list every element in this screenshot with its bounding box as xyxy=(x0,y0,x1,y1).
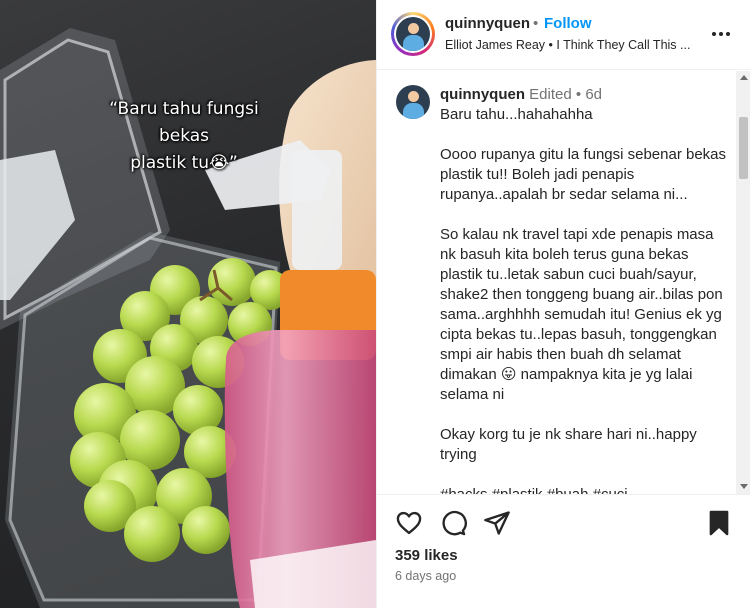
media-illustration xyxy=(0,28,376,608)
scroll-thumb[interactable] xyxy=(739,117,748,179)
caption-header: quinnyquen Edited • 6d xyxy=(440,86,602,103)
username-link[interactable]: quinnyquen xyxy=(445,15,530,32)
post-timestamp[interactable]: 6 days ago xyxy=(395,569,456,583)
overlay-line-1: “Baru tahu fungsi bekas xyxy=(109,99,259,146)
comment-icon[interactable] xyxy=(439,509,467,537)
caption-time[interactable]: 6d xyxy=(585,86,602,103)
follow-button[interactable]: Follow xyxy=(544,15,592,32)
share-icon[interactable] xyxy=(483,509,511,537)
edited-label: Edited xyxy=(529,86,572,103)
comments-area[interactable]: quinnyquen Edited • 6d Baru tahu...hahah… xyxy=(377,71,737,494)
bookmark-icon[interactable] xyxy=(705,509,733,537)
post-actions: 359 likes 6 days ago xyxy=(377,494,750,608)
likes-count[interactable]: 359 likes xyxy=(395,547,458,564)
avatar[interactable] xyxy=(391,12,435,56)
post-media[interactable]: “Baru tahu fungsi bekas plastik tu😭” xyxy=(0,0,376,608)
caption-avatar[interactable] xyxy=(396,85,430,119)
caption-username[interactable]: quinnyquen xyxy=(440,86,525,103)
more-options-icon[interactable] xyxy=(709,22,733,46)
scroll-up-arrow-icon[interactable] xyxy=(740,75,748,80)
separator-dot: • xyxy=(533,15,539,32)
media-text-overlay: “Baru tahu fungsi bekas plastik tu😭” xyxy=(84,96,284,177)
post-header: quinnyquen • Follow Elliot James Reay • … xyxy=(377,0,750,70)
comments-scrollbar[interactable] xyxy=(736,71,750,494)
scroll-down-arrow-icon[interactable] xyxy=(740,484,748,489)
heart-icon[interactable] xyxy=(395,509,423,537)
post-sidebar: quinnyquen • Follow Elliot James Reay • … xyxy=(376,0,750,608)
caption-dot: • xyxy=(575,86,582,103)
overlay-line-2: plastik tu😭” xyxy=(130,153,238,173)
audio-link[interactable]: Elliot James Reay • I Think They Call Th… xyxy=(445,38,690,52)
caption-text: Baru tahu...hahahahha Oooo rupanya gitu … xyxy=(440,106,727,494)
